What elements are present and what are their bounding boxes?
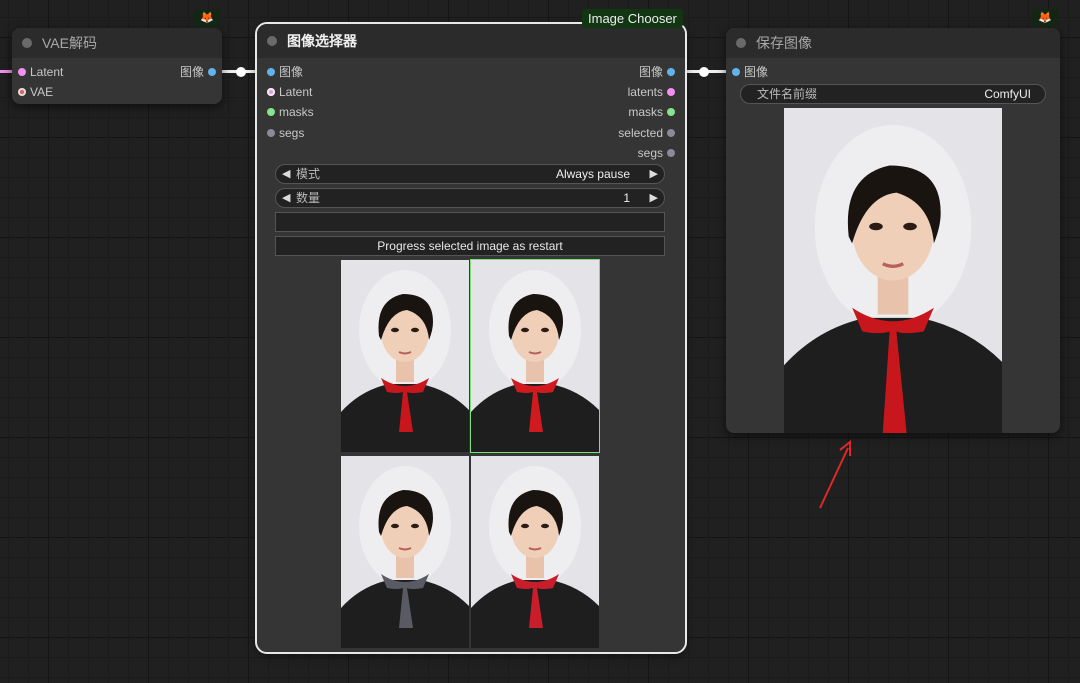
output-slot-image[interactable]: 图像	[585, 64, 675, 80]
fox-logo-icon: 🦊	[194, 9, 220, 27]
node-title: VAE解码	[42, 35, 97, 51]
image-thumbnail[interactable]	[341, 456, 469, 648]
image-socket-icon[interactable]	[667, 68, 675, 76]
output-slot-latents[interactable]: latents	[585, 84, 675, 100]
output-slot-image[interactable]: 图像	[156, 64, 216, 80]
node-type-badge: Image Chooser	[582, 9, 683, 28]
arrow-left-icon[interactable]: ◀	[282, 165, 290, 183]
portrait-image	[471, 456, 599, 648]
mask-socket-icon[interactable]	[667, 108, 675, 116]
collapse-dot-icon[interactable]	[736, 38, 746, 48]
mask-socket-icon[interactable]	[267, 108, 275, 116]
input-slot-masks[interactable]: masks	[267, 104, 347, 120]
input-slot-latent[interactable]: Latent	[267, 84, 347, 100]
image-thumbnail[interactable]	[471, 456, 599, 648]
node-titlebar[interactable]: 图像选择器	[257, 24, 685, 58]
input-slot-image[interactable]: 图像	[732, 64, 812, 80]
selected-socket-icon[interactable]	[667, 129, 675, 137]
image-thumbnail-selected[interactable]	[470, 259, 600, 453]
saved-image-preview[interactable]	[784, 108, 1002, 433]
node-titlebar[interactable]: 保存图像	[726, 28, 1060, 58]
count-stepper[interactable]: ◀ 数量 1 ▶	[275, 188, 665, 208]
text-input[interactable]	[275, 212, 665, 232]
arrow-right-icon[interactable]: ▶	[650, 165, 658, 183]
vae-socket-icon[interactable]	[18, 88, 26, 96]
latent-socket-icon[interactable]	[18, 68, 26, 76]
output-slot-segs[interactable]: segs	[585, 145, 675, 161]
latent-socket-icon[interactable]	[667, 88, 675, 96]
filename-prefix-field[interactable]: 文件名前缀 ComfyUI	[740, 84, 1046, 104]
input-slot-vae[interactable]: VAE	[18, 84, 118, 100]
arrow-left-icon[interactable]: ◀	[282, 189, 290, 207]
image-socket-icon[interactable]	[208, 68, 216, 76]
input-slot-latent[interactable]: Latent	[18, 64, 118, 80]
vae-decode-node[interactable]: VAE解码 Latent VAE 图像	[12, 28, 222, 104]
portrait-image	[341, 456, 469, 648]
annotation-arrow-icon	[819, 439, 851, 509]
collapse-dot-icon[interactable]	[267, 36, 277, 46]
image-socket-icon[interactable]	[267, 68, 275, 76]
portrait-image	[471, 260, 599, 452]
link-reroute-dot[interactable]	[236, 67, 246, 77]
link-reroute-dot[interactable]	[699, 67, 709, 77]
image-socket-icon[interactable]	[732, 68, 740, 76]
portrait-image	[341, 260, 469, 452]
input-slot-image[interactable]: 图像	[267, 64, 347, 80]
output-slot-masks[interactable]: masks	[585, 104, 675, 120]
segs-socket-icon[interactable]	[667, 149, 675, 157]
segs-socket-icon[interactable]	[267, 129, 275, 137]
collapse-dot-icon[interactable]	[22, 38, 32, 48]
output-slot-selected[interactable]: selected	[585, 125, 675, 141]
progress-selected-button[interactable]: Progress selected image as restart	[275, 236, 665, 256]
node-titlebar[interactable]: VAE解码	[12, 28, 222, 58]
input-slot-segs[interactable]: segs	[267, 125, 347, 141]
node-title: 图像选择器	[287, 33, 357, 49]
fox-logo-icon: 🦊	[1032, 9, 1058, 27]
arrow-right-icon[interactable]: ▶	[650, 189, 658, 207]
image-chooser-node[interactable]: 图像选择器 图像 Latent masks segs 图像 latents ma…	[255, 22, 687, 654]
latent-socket-icon[interactable]	[267, 88, 275, 96]
portrait-image	[784, 108, 1002, 433]
image-grid	[341, 259, 603, 652]
mode-combo[interactable]: ◀ 模式 Always pause ▶	[275, 164, 665, 184]
image-thumbnail[interactable]	[341, 260, 469, 452]
node-title: 保存图像	[756, 35, 812, 51]
save-image-node[interactable]: 保存图像 图像 文件名前缀 ComfyUI	[726, 28, 1060, 433]
